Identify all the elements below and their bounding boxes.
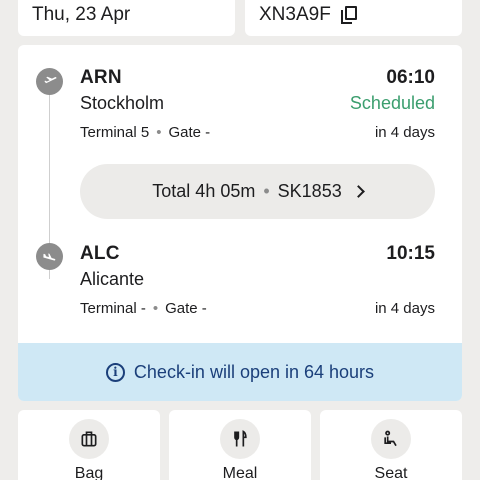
date-card: Thu, 23 Apr <box>18 0 235 36</box>
seat-service-button[interactable]: Seat <box>320 410 462 480</box>
arrival-terminal: Terminal - <box>80 300 146 317</box>
seat-label: Seat <box>374 465 408 480</box>
departure-time: 06:10 <box>386 67 435 88</box>
departure-city: Stockholm <box>80 93 165 113</box>
flight-card: ARN 06:10 Stockholm Scheduled Terminal 5… <box>18 45 462 401</box>
departure-gate: Gate - <box>168 124 211 141</box>
flight-status: Scheduled <box>349 93 435 113</box>
meal-label: Meal <box>222 465 258 480</box>
flight-summary-button[interactable]: Total 4h 05m • SK1853 <box>80 164 435 219</box>
departure-segment: ARN 06:10 Stockholm Scheduled Terminal 5… <box>80 67 435 141</box>
arrival-plane-icon <box>36 243 63 270</box>
meal-service-button[interactable]: Meal <box>169 410 311 480</box>
chevron-right-icon <box>351 185 365 198</box>
booking-reference: XN3A9F <box>259 4 331 25</box>
booking-ref-card[interactable]: XN3A9F <box>245 0 462 36</box>
meal-icon <box>220 419 260 459</box>
bag-service-button[interactable]: Bag <box>18 410 160 480</box>
flight-number: SK1853 <box>277 181 342 201</box>
arrival-relative-time: in 4 days <box>374 300 435 317</box>
arrival-time: 10:15 <box>386 243 435 264</box>
arrival-segment: ALC 10:15 Alicante Terminal - • Gate - in … <box>80 243 435 317</box>
arrival-airport-code: ALC <box>80 243 120 264</box>
bag-icon <box>69 419 109 459</box>
info-icon: i <box>105 362 125 382</box>
flight-date: Thu, 23 Apr <box>32 4 131 25</box>
departure-relative-time: in 4 days <box>374 124 435 141</box>
bag-label: Bag <box>74 465 104 480</box>
checkin-message: Check-in will open in 64 hours <box>133 361 375 382</box>
departure-terminal: Terminal 5 <box>80 124 150 141</box>
departure-plane-icon <box>36 68 63 95</box>
total-duration: Total 4h 05m <box>152 181 256 201</box>
arrival-gate: Gate - <box>165 300 207 317</box>
seat-icon <box>371 419 411 459</box>
copy-icon[interactable] <box>340 6 357 24</box>
departure-airport-code: ARN <box>80 67 122 88</box>
arrival-city: Alicante <box>80 269 145 289</box>
checkin-banner: i Check-in will open in 64 hours <box>18 343 462 401</box>
